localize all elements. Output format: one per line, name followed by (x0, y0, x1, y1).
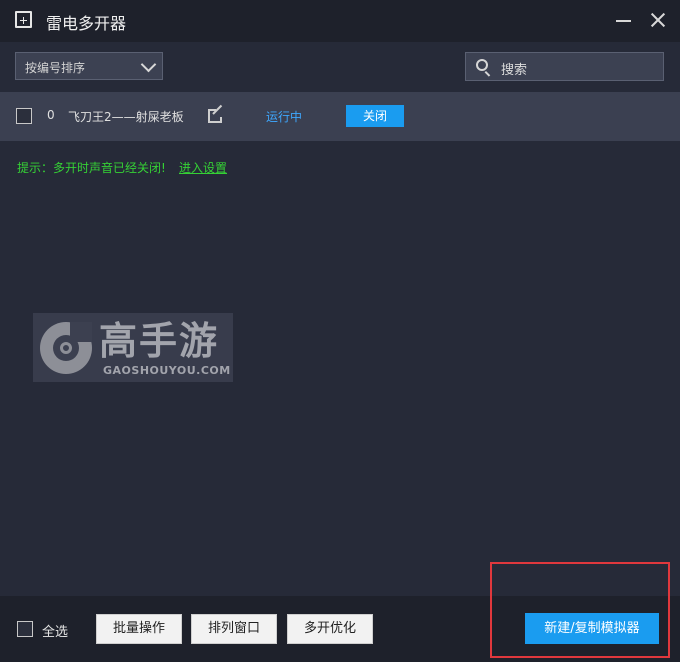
chevron-down-icon (140, 56, 157, 73)
batch-operation-button[interactable]: 批量操作 (96, 614, 182, 644)
emulator-row: 0 飞刀王2——射屎老板 运行中 关闭 (0, 92, 680, 141)
watermark-brand-en: GAOSHOUYOU.COM (103, 364, 231, 377)
watermark: 高手游 GAOSHOUYOU.COM (33, 313, 233, 382)
emulator-checkbox[interactable] (16, 108, 32, 124)
window-title: 雷电多开器 (46, 14, 127, 33)
emulator-status: 运行中 (266, 110, 303, 124)
close-icon[interactable] (646, 8, 670, 32)
watermark-logo-icon (40, 322, 92, 374)
multi-optimize-button[interactable]: 多开优化 (287, 614, 373, 644)
add-window-icon (15, 11, 32, 28)
enter-settings-link[interactable]: 进入设置 (179, 159, 227, 176)
select-all-checkbox[interactable] (17, 621, 33, 637)
sort-dropdown[interactable]: 按编号排序 (15, 52, 163, 80)
emulator-name: 飞刀王2——射屎老板 (68, 110, 184, 124)
edit-icon[interactable] (208, 104, 225, 124)
sound-off-notice: 提示：多开时声音已经关闭! (17, 161, 166, 175)
close-emulator-button[interactable]: 关闭 (346, 105, 404, 127)
search-placeholder: 搜索 (501, 63, 528, 78)
watermark-brand-cn: 高手游 (99, 319, 220, 363)
minimize-icon[interactable] (612, 8, 636, 32)
select-all-label[interactable]: 全选 (42, 621, 68, 640)
search-input[interactable]: 搜索 (465, 52, 664, 81)
arrange-windows-button[interactable]: 排列窗口 (191, 614, 277, 644)
sort-dropdown-value: 按编号排序 (25, 61, 86, 75)
title-bar: 雷电多开器 (0, 0, 680, 42)
search-icon (476, 59, 492, 77)
highlight-annotation (490, 562, 670, 658)
emulator-index: 0 (47, 108, 55, 122)
